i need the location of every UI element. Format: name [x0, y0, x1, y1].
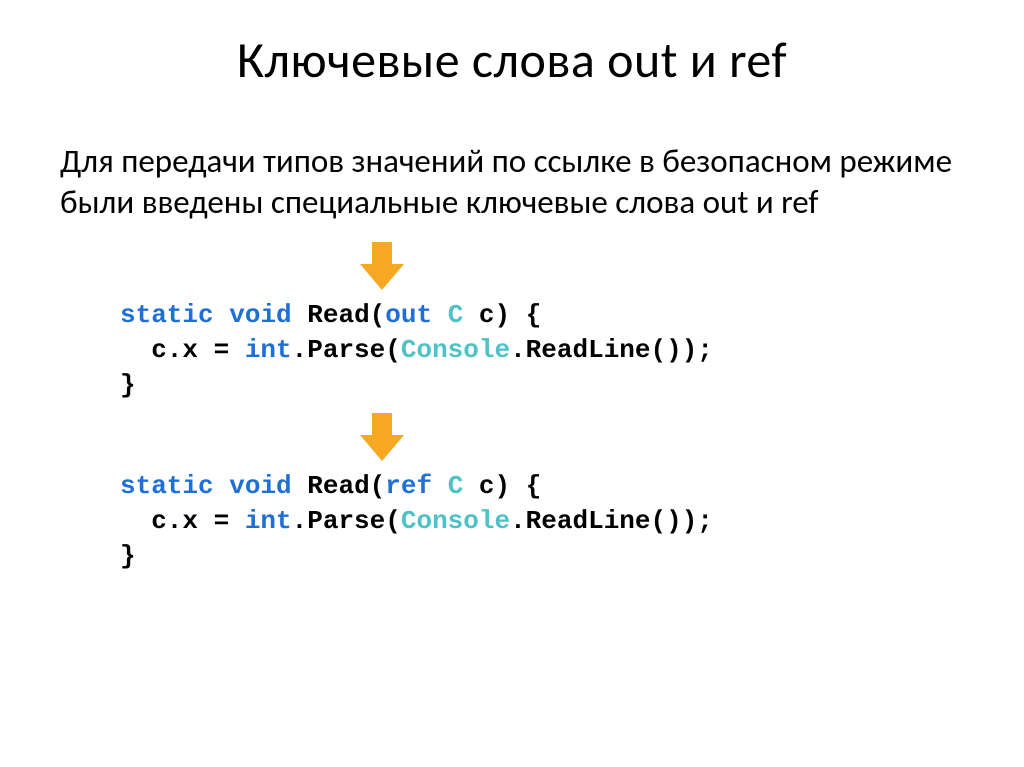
arrow-down-icon	[360, 242, 404, 290]
arrow-down-icon	[360, 413, 404, 461]
slide: Ключевые слова out и ref Для передачи ти…	[0, 0, 1024, 767]
code-text	[432, 471, 448, 501]
code-text: .ReadLine());	[510, 335, 713, 365]
keyword-void: void	[229, 471, 291, 501]
keyword-int: int	[245, 506, 292, 536]
slide-title: Ключевые слова out и ref	[0, 0, 1024, 101]
code-block-ref: static void Read(ref C c) { c.x = int.Pa…	[0, 469, 1024, 574]
code-text	[432, 300, 448, 330]
type-name: C	[448, 300, 464, 330]
code-text: Read(	[292, 471, 386, 501]
code-text: Read(	[292, 300, 386, 330]
code-text: c.x =	[120, 335, 245, 365]
keyword-static: static	[120, 471, 214, 501]
type-name: Console	[401, 506, 510, 536]
code-block-out: static void Read(out C c) { c.x = int.Pa…	[0, 298, 1024, 403]
keyword-void: void	[229, 300, 291, 330]
type-name: Console	[401, 335, 510, 365]
code-text: c) {	[463, 300, 541, 330]
code-text: }	[120, 370, 136, 400]
code-text: .Parse(	[292, 335, 401, 365]
code-text: .ReadLine());	[510, 506, 713, 536]
keyword-ref: ref	[385, 471, 432, 501]
keyword-int: int	[245, 335, 292, 365]
code-text: c) {	[463, 471, 541, 501]
type-name: C	[448, 471, 464, 501]
code-text: c.x =	[120, 506, 245, 536]
keyword-out: out	[385, 300, 432, 330]
code-text: .Parse(	[292, 506, 401, 536]
code-text: }	[120, 541, 136, 571]
slide-paragraph: Для передачи типов значений по ссылке в …	[0, 101, 1024, 224]
keyword-static: static	[120, 300, 214, 330]
